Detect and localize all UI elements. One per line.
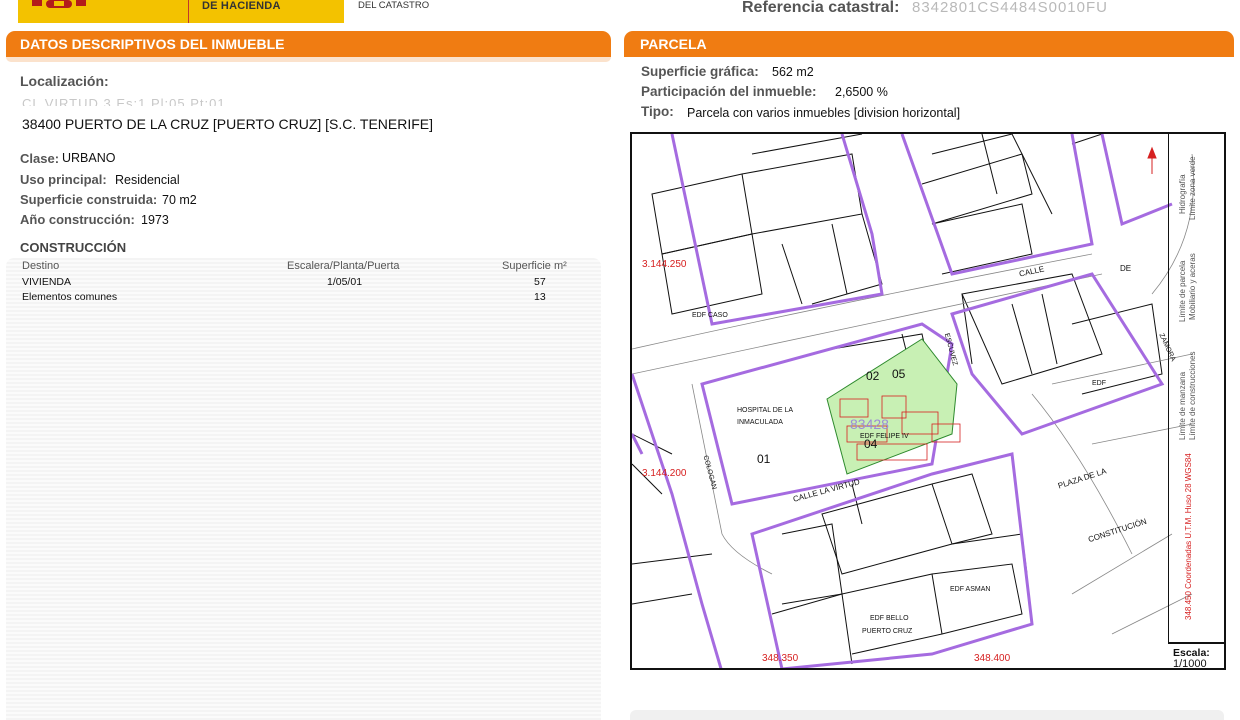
map-label-edf-asman: EDF ASMAN — [950, 586, 991, 593]
section-bar-shadow — [6, 57, 611, 62]
built-area-label: Superficie construida: — [20, 192, 158, 207]
coat-of-arms-icon — [32, 0, 86, 8]
class-value: URBANO — [62, 151, 116, 165]
legend-coords-note: 348.450 Coordenadas U.T.M. Huso 28 WGS84 — [1184, 453, 1193, 620]
legend-hidrografia: Hidrografía — [1178, 174, 1187, 214]
class-label: Clase: — [20, 151, 60, 166]
construction-year-value: 1973 — [141, 213, 169, 227]
map-label-edf-caso: EDF CASO — [692, 312, 728, 319]
construction-table — [6, 258, 601, 720]
coord-y1: 3.144.250 — [642, 259, 687, 270]
bottom-panel — [630, 710, 1224, 720]
map-label-n02: 02 — [866, 369, 880, 383]
coord-x1: 348.350 — [762, 653, 799, 664]
map-label-edf-bello: EDF BELLO — [870, 615, 909, 622]
construction-year-label: Año construcción: — [20, 212, 135, 227]
graphic-area-value: 562 m2 — [772, 65, 814, 79]
table-header-destino: Destino — [22, 260, 60, 272]
coord-y2: 3.144.200 — [642, 468, 687, 479]
table-header-escalera: Escalera/Planta/Puerta — [287, 260, 400, 272]
table-row-1-destino: VIVIENDA — [22, 276, 72, 288]
main-use-value: Residencial — [115, 173, 180, 187]
construction-section-title: CONSTRUCCIÓN — [20, 240, 127, 255]
built-area-value: 70 m2 — [162, 193, 197, 207]
section-bar-parcel: PARCELA — [624, 31, 1234, 57]
cadastral-ref-value: 8342801CS4484S0010FU — [912, 0, 1108, 16]
legend-mobiliario: Mobiliario y aceras — [1188, 253, 1197, 320]
scale-value: 1/1000 — [1173, 658, 1207, 670]
table-row-1-superficie: 57 — [534, 276, 546, 288]
map-label-edf: EDF — [1092, 380, 1106, 387]
table-row-2-superficie: 13 — [534, 291, 546, 303]
type-value: Parcela con varios inmuebles [division h… — [687, 106, 961, 120]
main-use-label: Uso principal: — [20, 172, 107, 187]
legend-construcciones: Límite de construcciones — [1188, 351, 1197, 441]
table-row-2-destino: Elementos comunes — [22, 291, 118, 303]
section-bar-descriptive-data: DATOS DESCRIPTIVOS DEL INMUEBLE — [6, 31, 611, 57]
legend-zona-verde: Límite zona verde — [1188, 156, 1197, 220]
map-label-hospital2: INMACULADA — [737, 419, 783, 426]
legend-manzana: Límite de manzana — [1178, 371, 1187, 440]
graphic-area-label: Superficie gráfica: — [641, 64, 759, 79]
participation-value: 2,6500 % — [835, 85, 888, 99]
type-label: Tipo: — [641, 104, 674, 119]
direction-name: DEL CATASTRO — [358, 0, 430, 11]
header-divider — [188, 0, 189, 23]
address-line-2: 38400 PUERTO DE LA CRUZ [PUERTO CRUZ] [S… — [22, 116, 434, 132]
map-label-n04: 04 — [864, 437, 878, 451]
map-label-de: DE — [1120, 264, 1132, 273]
table-header-superficie: Superficie m² — [502, 260, 567, 272]
cadastral-ref-label: Referencia catastral: — [742, 0, 900, 16]
address-line-1: CL VIRTUD 3 Es:1 Pl:05 Pt:01 — [22, 96, 226, 106]
map-drawing — [632, 134, 1195, 668]
cadastral-map: 3.144.250 3.144.200 348.350 348.400 8342… — [630, 132, 1226, 670]
map-label-n05: 05 — [892, 367, 906, 381]
map-label-n01: 01 — [757, 452, 771, 466]
coord-x2: 348.400 — [974, 653, 1011, 664]
ministry-name: DE HACIENDA — [202, 0, 281, 12]
legend-divider — [1168, 132, 1169, 642]
table-row-1-escalera: 1/05/01 — [327, 276, 363, 288]
map-label-hospital: HOSPITAL DE LA — [737, 407, 794, 414]
map-label-puerto-cruz: PUERTO CRUZ — [862, 628, 913, 635]
location-label: Localización: — [20, 73, 109, 89]
legend-parcela: Límite de parcela — [1178, 260, 1187, 322]
parcel-ref-label: 83428 — [850, 416, 889, 432]
participation-label: Participación del inmueble: — [641, 84, 817, 99]
